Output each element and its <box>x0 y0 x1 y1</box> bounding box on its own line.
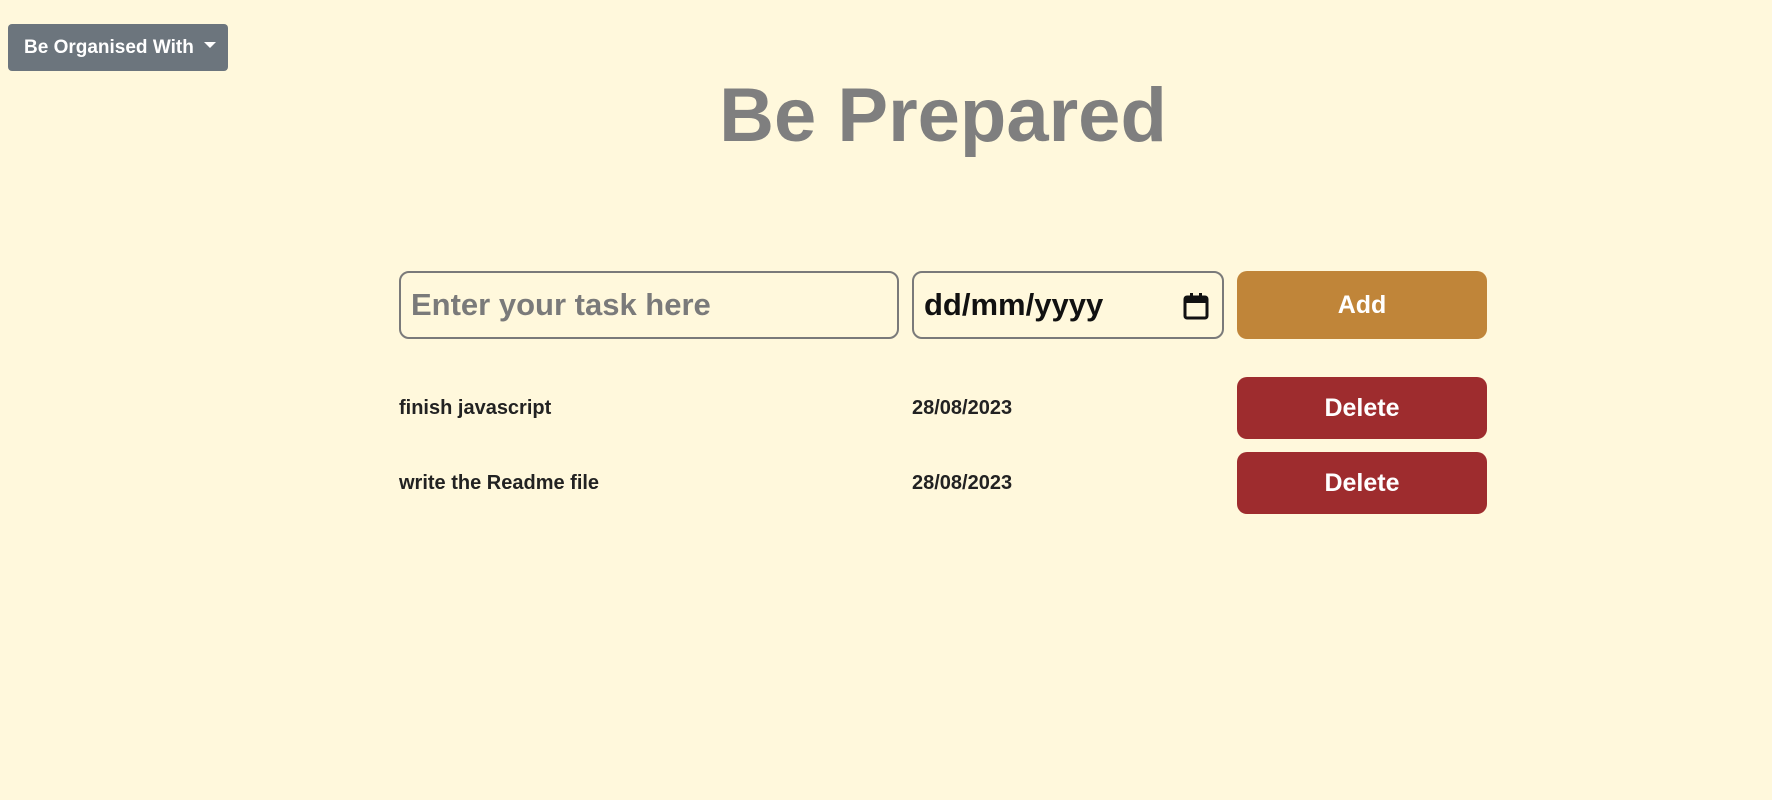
task-date: 28/08/2023 <box>912 472 1013 494</box>
task-name: write the Readme file <box>399 472 600 494</box>
delete-button-label: Delete <box>1324 393 1400 422</box>
calendar-icon[interactable] <box>1182 291 1210 321</box>
date-input-placeholder: dd/mm/yyyy <box>924 287 1104 322</box>
task-input[interactable]: Enter your task here <box>399 271 899 339</box>
delete-button-label: Delete <box>1324 468 1400 497</box>
add-button-label: Add <box>1337 290 1387 319</box>
dropdown-label: Be Organised With <box>24 36 194 58</box>
task-input-placeholder: Enter your task here <box>411 287 711 322</box>
delete-button[interactable]: Delete <box>1237 452 1487 514</box>
date-input[interactable]: dd/mm/yyyy <box>912 271 1224 339</box>
be-organised-with-dropdown[interactable]: Be Organised With <box>8 24 228 71</box>
task-date: 28/08/2023 <box>912 397 1013 419</box>
add-button[interactable]: Add <box>1237 271 1487 339</box>
task-name: finish javascript <box>399 397 552 419</box>
page-title: Be Prepared <box>719 73 1167 158</box>
delete-button[interactable]: Delete <box>1237 377 1487 439</box>
chevron-down-icon <box>203 41 216 48</box>
